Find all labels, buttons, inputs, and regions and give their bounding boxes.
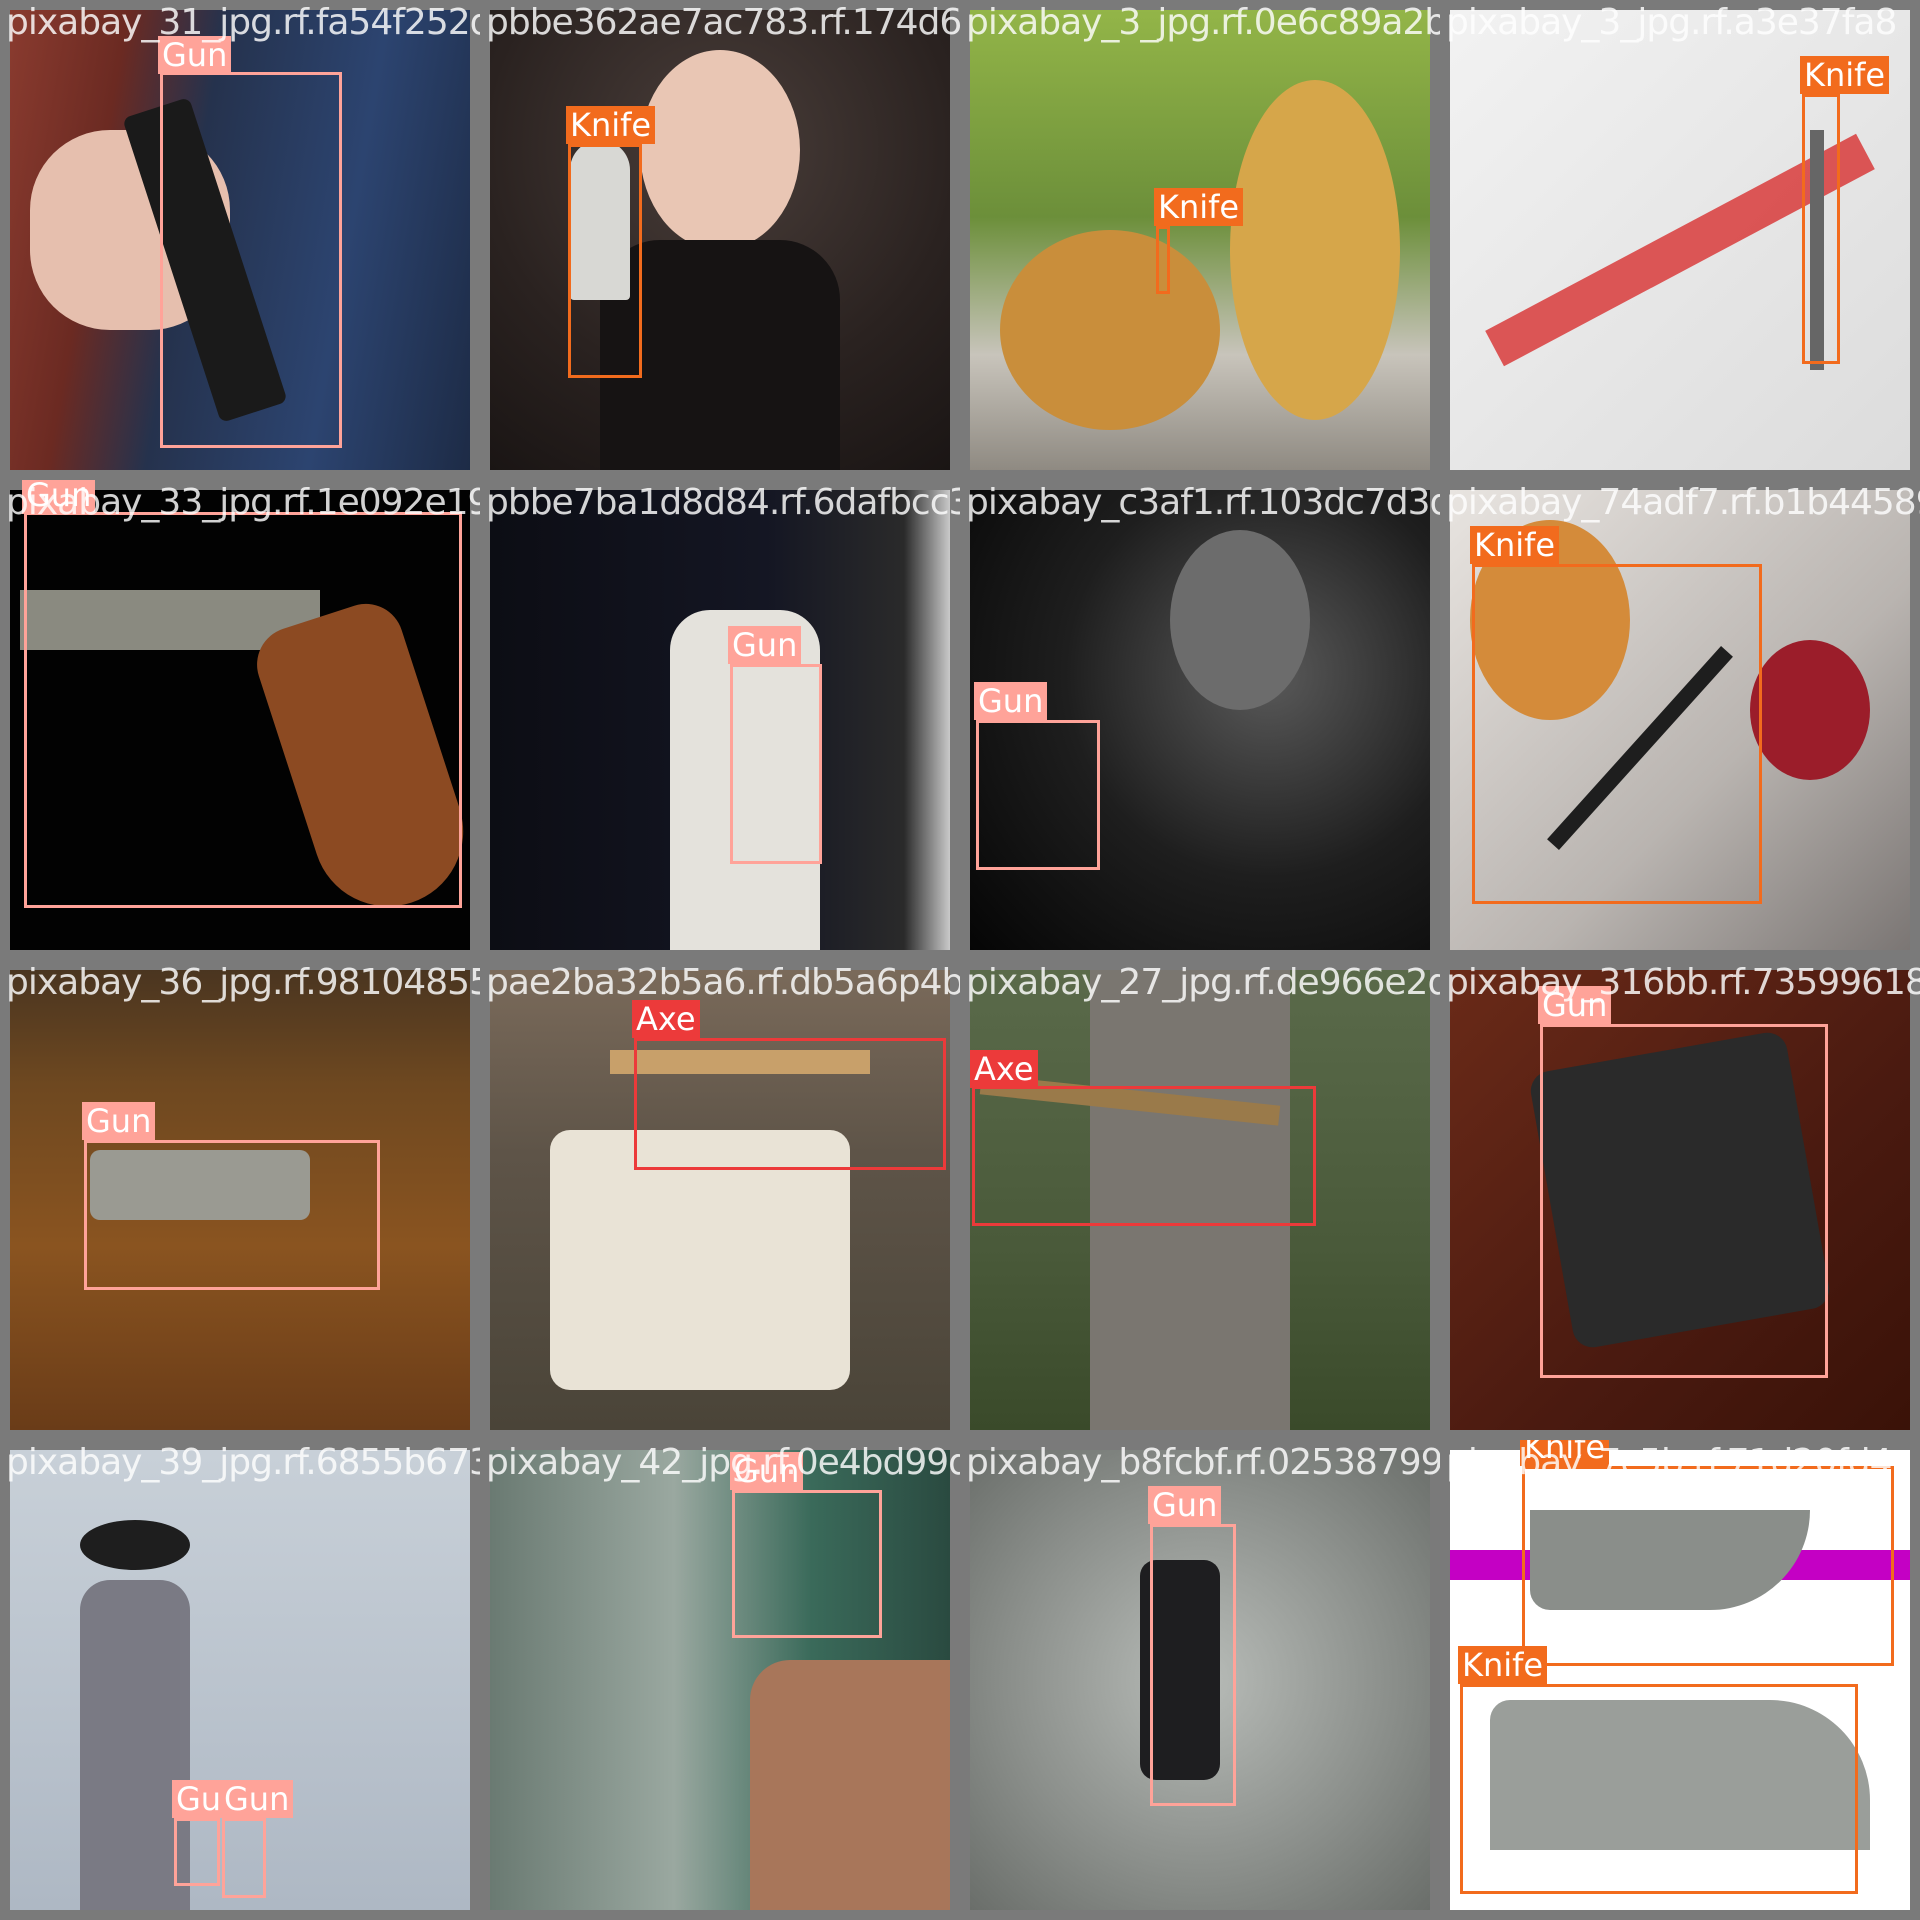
detection-box <box>1802 94 1840 364</box>
detection-label: Knife <box>1154 188 1244 226</box>
detection-label: Knife <box>1800 56 1890 94</box>
tile-14: pixabay_42_jpg.rf.0e4bd99dp7ca882b8fcb G… <box>480 1440 960 1920</box>
tile-3: pixabay_3_jpg.rf.0e6c89a2ba86fbec0b6cdf … <box>960 0 1440 480</box>
detection-box <box>160 72 342 448</box>
tile-filename: pixabay_316bb.rf.73599618 <box>1446 962 1920 1003</box>
detection-label: Axe <box>970 1050 1038 1088</box>
tile-filename: pixabay_74adf7.rf.b1b445894 <box>1446 482 1920 523</box>
potato-right-shape <box>1230 80 1400 420</box>
detection-label: Gun <box>220 1780 294 1818</box>
detection-box <box>1472 564 1762 904</box>
tile-10: pae2ba32b5a6.rf.db5a6p4bdb5a6e19f Axe <box>480 960 960 1440</box>
detection-box <box>634 1038 946 1170</box>
tile-1: pixabay_31_jpg.rf.fa54f252dbbe362ae7ac78… <box>0 0 480 480</box>
tile-13: pixabay_39_jpg.rf.6855b673635ab4e2891 Gu… <box>0 1440 480 1920</box>
tile-9: pixabay_36_jpg.rf.98104855ae2ba32b5a6 Gu… <box>0 960 480 1440</box>
tile-filename: pixabay_31_jpg.rf.fa54f252dbbe362ae7ac78… <box>6 2 480 43</box>
detection-box <box>24 512 462 908</box>
hat-shape <box>80 1520 190 1570</box>
tile-4: pixabay_3_jpg.rf.a3e37fa8 Knife <box>1440 0 1920 480</box>
face-shape <box>640 50 800 250</box>
tile-filename: pixabay_7c5b.rf.71d20fd4 <box>1446 1442 1893 1483</box>
photo-potatoes <box>970 10 1430 470</box>
tile-7: pixabay_c3af1.rf.103dc7d3dbb74adf7 Gun <box>960 480 1440 960</box>
jam-shape <box>1750 640 1870 780</box>
detection-box <box>174 1818 220 1886</box>
detection-box <box>732 1490 882 1638</box>
tile-filename: pixabay_33_jpg.rf.1e092e19bbe7ba1d8d84 <box>6 482 480 523</box>
tile-filename: pixabay_3_jpg.rf.0e6c89a2ba86fbec0b6cdf <box>966 2 1440 43</box>
tile-12: pixabay_316bb.rf.73599618 Gun <box>1440 960 1920 1440</box>
tile-filename: pbbe7ba1d8d84.rf.6dafbcc363a8c9a9c183af <box>486 482 960 523</box>
tile-11: pixabay_27_jpg.rf.de966e2ddb7ba27316bb A… <box>960 960 1440 1440</box>
detection-label: Gun <box>82 1102 156 1140</box>
head-shape <box>1170 530 1310 710</box>
tile-15: pixabay_b8fcbf.rf.02538799fdb Gun <box>960 1440 1440 1920</box>
tile-filename: pbbe362ae7ac783.rf.174d64c6de0ca56e82d6a… <box>486 2 960 43</box>
detection-label: Axe <box>632 1000 700 1038</box>
detection-box <box>1150 1524 1236 1806</box>
detection-box <box>1540 1024 1828 1378</box>
detection-label: Knife <box>1458 1646 1548 1684</box>
tile-filename: pixabay_c3af1.rf.103dc7d3dbb74adf7 <box>966 482 1440 523</box>
photo-man-in-doorway <box>490 490 950 950</box>
detection-label: Gun <box>728 626 802 664</box>
detection-label: Knife <box>1470 526 1560 564</box>
photo-woman-with-knife <box>490 10 950 470</box>
tile-16: pixabay_7c5b.rf.71d20fd4 Knife Knife <box>1440 1440 1920 1920</box>
detection-box <box>1156 226 1170 294</box>
tile-filename: pixabay_b8fcbf.rf.02538799fdb <box>966 1442 1440 1483</box>
tile-filename: pixabay_36_jpg.rf.98104855ae2ba32b5a6 <box>6 962 480 1003</box>
detection-label: Gun <box>974 682 1048 720</box>
detection-box <box>222 1818 266 1898</box>
mosaic-grid: pixabay_31_jpg.rf.fa54f252dbbe362ae7ac78… <box>0 0 1920 1920</box>
detection-box <box>972 1086 1316 1226</box>
detection-box <box>568 144 642 378</box>
detection-label: Gun <box>1148 1486 1222 1524</box>
detection-box <box>1522 1466 1894 1666</box>
tile-filename: pixabay_39_jpg.rf.6855b673635ab4e2891 <box>6 1442 480 1483</box>
tile-filename: pixabay_3_jpg.rf.a3e37fa8 <box>1446 2 1897 43</box>
detection-box <box>1460 1684 1858 1894</box>
detection-label: Knife <box>566 106 656 144</box>
detection-box <box>976 720 1100 870</box>
hand-shape <box>750 1660 950 1910</box>
tile-filename: pixabay_42_jpg.rf.0e4bd99dp7ca882b8fcb <box>486 1442 960 1483</box>
tile-filename: pixabay_27_jpg.rf.de966e2ddb7ba27316bb <box>966 962 1440 1003</box>
tile-2: pbbe362ae7ac783.rf.174d64c6de0ca56e82d6a… <box>480 0 960 480</box>
tile-8: pixabay_74adf7.rf.b1b445894 Knife <box>1440 480 1920 960</box>
detection-box <box>730 664 822 864</box>
detection-box <box>84 1140 380 1290</box>
tile-5: pixabay_33_jpg.rf.1e092e19bbe7ba1d8d84 G… <box>0 480 480 960</box>
potato-left-shape <box>1000 230 1220 430</box>
tile-filename: pae2ba32b5a6.rf.db5a6p4bdb5a6e19f <box>486 962 960 1003</box>
tile-6: pbbe7ba1d8d84.rf.6dafbcc363a8c9a9c183af … <box>480 480 960 960</box>
